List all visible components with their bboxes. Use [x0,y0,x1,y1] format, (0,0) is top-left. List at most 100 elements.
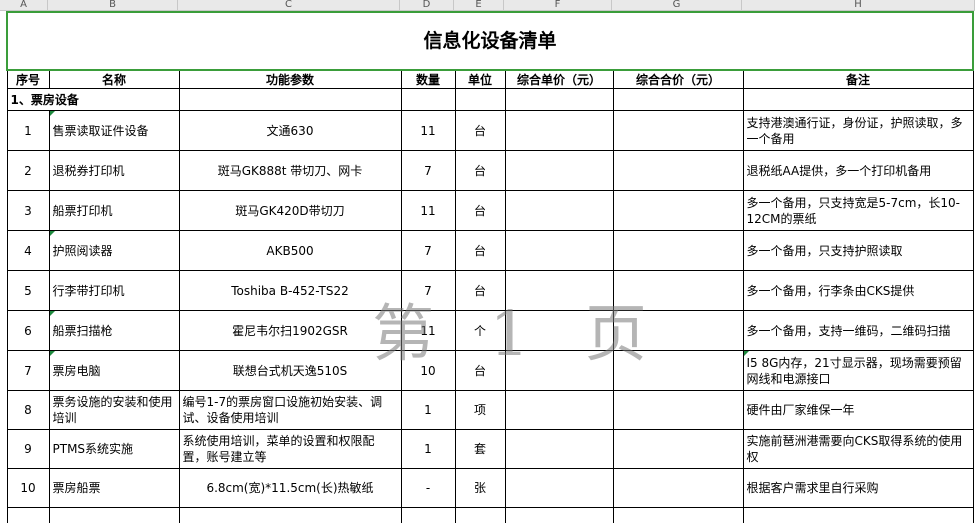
cell-name[interactable]: 行李带打印机 [48,270,180,311]
cell-unit[interactable]: 项 [454,390,506,430]
cell-no[interactable]: 9 [6,429,50,469]
header-note[interactable]: 备注 [742,69,974,89]
cell-no[interactable]: 10 [6,468,50,508]
cell-unit[interactable]: 台 [454,350,506,391]
header-total-price[interactable]: 综合合价（元） [612,69,744,89]
header-no[interactable]: 序号 [6,69,50,89]
cell-no[interactable]: 2 [6,150,50,191]
cell-unit-price[interactable] [504,150,614,191]
cell-unit-price[interactable] [504,310,614,351]
column-header-a[interactable]: A [0,0,48,10]
cell-no[interactable]: 8 [6,390,50,430]
cell-qty[interactable]: 1 [400,390,456,430]
cell-unit-price[interactable] [504,350,614,391]
cell-unit[interactable]: 台 [454,270,506,311]
cell[interactable] [400,507,456,523]
cell-qty[interactable]: 11 [400,190,456,231]
cell-note[interactable]: 多一个备用，行李条由CKS提供 [742,270,974,311]
cell-qty[interactable]: 11 [400,310,456,351]
column-header-h[interactable]: H [742,0,975,10]
cell-no[interactable]: 7 [6,350,50,391]
column-header-b[interactable]: B [48,0,178,10]
cell-qty[interactable]: 11 [400,110,456,151]
cell[interactable] [742,507,974,523]
cell-qty[interactable]: 7 [400,270,456,311]
cell-unit[interactable]: 台 [454,110,506,151]
cell-unit[interactable]: 套 [454,429,506,469]
cell[interactable] [6,507,50,523]
header-spec[interactable]: 功能参数 [178,69,402,89]
cell[interactable] [742,88,974,111]
column-header-d[interactable]: D [400,0,454,10]
cell-name[interactable]: 票务设施的安装和使用培训 [48,390,180,430]
column-header-c[interactable]: C [178,0,400,10]
cell-spec[interactable]: 系统使用培训，菜单的设置和权限配置，账号建立等 [178,429,402,469]
cell-no[interactable]: 6 [6,310,50,351]
cell[interactable] [454,507,506,523]
cell-total-price[interactable] [612,429,744,469]
cell-name[interactable]: 退税券打印机 [48,150,180,191]
cell-spec[interactable]: Toshiba B-452-TS22 [178,270,402,311]
header-unit[interactable]: 单位 [454,69,506,89]
cell-total-price[interactable] [612,310,744,351]
cell-note[interactable]: 多一个备用，支持一维码，二维码扫描 [742,310,974,351]
column-header-f[interactable]: F [504,0,612,10]
header-unit-price[interactable]: 综合单价（元） [504,69,614,89]
cell[interactable] [612,88,744,111]
sheet-title[interactable]: 信息化设备清单 [5,11,975,71]
cell-note[interactable]: 多一个备用，只支持护照读取 [742,230,974,271]
cell-note[interactable]: I5 8G内存，21寸显示器，现场需要预留网线和电源接口 [742,350,974,391]
cell-name[interactable]: 票房电脑 [48,350,180,391]
cell-unit[interactable]: 台 [454,190,506,231]
header-qty[interactable]: 数量 [400,69,456,89]
cell-unit-price[interactable] [504,230,614,271]
cell-qty[interactable]: 1 [400,429,456,469]
cell-spec[interactable]: 霍尼韦尔扫1902GSR [178,310,402,351]
cell-note[interactable]: 根据客户需求里自行采购 [742,468,974,508]
section-label[interactable]: 1、票房设备 [6,88,180,111]
cell-name[interactable]: 票房船票 [48,468,180,508]
cell-total-price[interactable] [612,150,744,191]
cell-unit[interactable]: 个 [454,310,506,351]
cell[interactable] [178,88,402,111]
cell-total-price[interactable] [612,110,744,151]
cell-unit-price[interactable] [504,390,614,430]
cell-spec[interactable]: 文通630 [178,110,402,151]
cell-name[interactable]: 售票读取证件设备 [48,110,180,151]
cell-unit-price[interactable] [504,110,614,151]
cell-unit[interactable]: 台 [454,150,506,191]
cell[interactable] [178,507,402,523]
cell[interactable] [400,88,456,111]
cell[interactable] [504,507,614,523]
cell-note[interactable]: 支持港澳通行证，身份证，护照读取，多一个备用 [742,110,974,151]
header-name[interactable]: 名称 [48,69,180,89]
cell-qty[interactable]: 7 [400,150,456,191]
cell-no[interactable]: 4 [6,230,50,271]
cell-unit-price[interactable] [504,468,614,508]
cell-spec[interactable]: 联想台式机天逸510S [178,350,402,391]
cell-name[interactable]: 护照阅读器 [48,230,180,271]
cell-total-price[interactable] [612,390,744,430]
cell[interactable] [504,88,614,111]
cell-no[interactable]: 1 [6,110,50,151]
cell-name[interactable]: PTMS系统实施 [48,429,180,469]
cell-note[interactable]: 实施前琶洲港需要向CKS取得系统的使用权 [742,429,974,469]
cell-qty[interactable]: - [400,468,456,508]
cell[interactable] [454,88,506,111]
cell-total-price[interactable] [612,468,744,508]
column-header-e[interactable]: E [454,0,504,10]
cell-unit-price[interactable] [504,270,614,311]
cell-qty[interactable]: 7 [400,230,456,271]
cell-unit-price[interactable] [504,429,614,469]
cell-note[interactable]: 硬件由厂家维保一年 [742,390,974,430]
cell-note[interactable]: 多一个备用，只支持宽是5-7cm，长10-12CM的票纸 [742,190,974,231]
cell-qty[interactable]: 10 [400,350,456,391]
cell-note[interactable]: 退税纸AA提供，多一个打印机备用 [742,150,974,191]
cell-unit[interactable]: 张 [454,468,506,508]
cell-total-price[interactable] [612,270,744,311]
cell-name[interactable]: 船票扫描枪 [48,310,180,351]
cell-spec[interactable]: AKB500 [178,230,402,271]
cell-spec[interactable]: 编号1-7的票房窗口设施初始安装、调试、设备使用培训 [178,390,402,430]
cell[interactable] [48,507,180,523]
cell-name[interactable]: 船票打印机 [48,190,180,231]
